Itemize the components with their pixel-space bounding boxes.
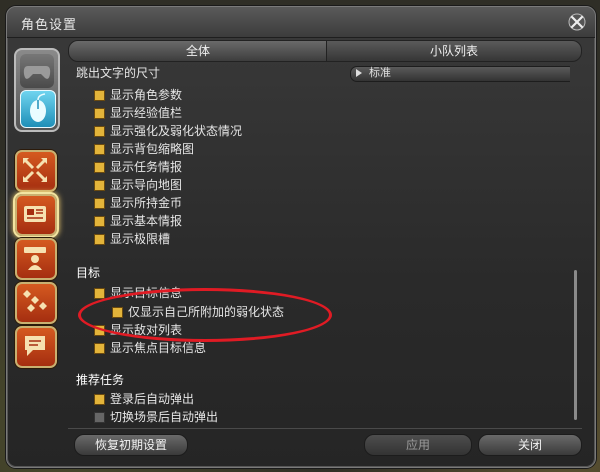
checkbox[interactable] bbox=[94, 394, 105, 405]
checkbox[interactable] bbox=[94, 180, 105, 191]
category-general-button[interactable] bbox=[15, 150, 57, 192]
apply-button[interactable]: 应用 bbox=[364, 434, 472, 456]
option-label: 显示导向地图 bbox=[110, 178, 183, 192]
popup-text-size-label: 跳出文字的尺寸 bbox=[76, 66, 161, 80]
dropdown-arrow-icon bbox=[356, 69, 362, 77]
popup-text-size-dropdown[interactable]: 标准 bbox=[350, 66, 570, 82]
tab-party-list[interactable]: 小队列表 bbox=[326, 40, 582, 62]
close-button[interactable]: 关闭 bbox=[478, 434, 582, 456]
option-label: 显示经验值栏 bbox=[110, 106, 183, 120]
option-label: 显示所持金币 bbox=[110, 196, 183, 210]
option-label: 显示任务情报 bbox=[110, 160, 183, 174]
divider bbox=[68, 428, 582, 429]
checkbox[interactable] bbox=[94, 90, 105, 101]
checkbox[interactable] bbox=[94, 144, 105, 155]
close-icon[interactable] bbox=[567, 12, 587, 32]
option-label: 显示角色参数 bbox=[110, 88, 183, 102]
option-label: 切换场景后自动弹出 bbox=[110, 410, 219, 424]
category-party-button[interactable] bbox=[15, 282, 57, 324]
checkbox[interactable] bbox=[94, 234, 105, 245]
checkbox[interactable] bbox=[94, 162, 105, 173]
duty-section-heading: 推荐任务 bbox=[76, 373, 125, 387]
option-label: 显示强化及弱化状态情况 bbox=[110, 124, 243, 138]
checkbox[interactable] bbox=[94, 216, 105, 227]
category-ui-button[interactable] bbox=[15, 194, 57, 236]
option-label: 登录后自动弹出 bbox=[110, 392, 195, 406]
checkbox[interactable] bbox=[94, 343, 105, 354]
settings-list: 跳出文字的尺寸 标准 显示角色参数 显示经验值栏 显示强化及弱化状态情况 显示背… bbox=[70, 62, 570, 424]
tab-party-list-label: 小队列表 bbox=[429, 44, 478, 58]
category-nameplate-button[interactable] bbox=[15, 238, 57, 280]
category-sidebar bbox=[12, 42, 60, 372]
nameplate-icon bbox=[24, 247, 46, 270]
mouse-mode-button[interactable] bbox=[20, 90, 56, 128]
checkbox[interactable] bbox=[94, 108, 105, 119]
title-bar[interactable]: 角色设置 bbox=[7, 7, 595, 38]
scrollbar[interactable] bbox=[574, 270, 577, 420]
option-label: 显示极限槽 bbox=[110, 232, 171, 246]
gamepad-icon bbox=[23, 66, 51, 79]
diamonds-icon bbox=[23, 290, 47, 312]
option-label: 显示基本情报 bbox=[110, 214, 183, 228]
category-chat-button[interactable] bbox=[15, 326, 57, 368]
dropdown-value: 标准 bbox=[369, 66, 391, 79]
reset-defaults-button[interactable]: 恢复初期设置 bbox=[74, 434, 188, 456]
input-mode-selector bbox=[14, 48, 60, 132]
checkbox[interactable] bbox=[94, 288, 105, 299]
mouse-icon bbox=[30, 93, 46, 122]
tab-all-label: 全体 bbox=[185, 44, 210, 58]
window-title: 角色设置 bbox=[21, 18, 78, 33]
arrows-icon bbox=[23, 158, 47, 182]
gamepad-mode-button[interactable] bbox=[20, 54, 54, 88]
card-icon bbox=[24, 206, 46, 222]
checkbox[interactable] bbox=[94, 126, 105, 137]
checkbox[interactable] bbox=[94, 198, 105, 209]
tab-all[interactable]: 全体 bbox=[68, 40, 328, 62]
highlight-annotation bbox=[78, 288, 332, 342]
chat-bubble-icon bbox=[25, 336, 45, 356]
target-section-heading: 目标 bbox=[76, 266, 101, 280]
checkbox[interactable] bbox=[94, 412, 105, 423]
option-label: 显示背包缩略图 bbox=[110, 142, 195, 156]
